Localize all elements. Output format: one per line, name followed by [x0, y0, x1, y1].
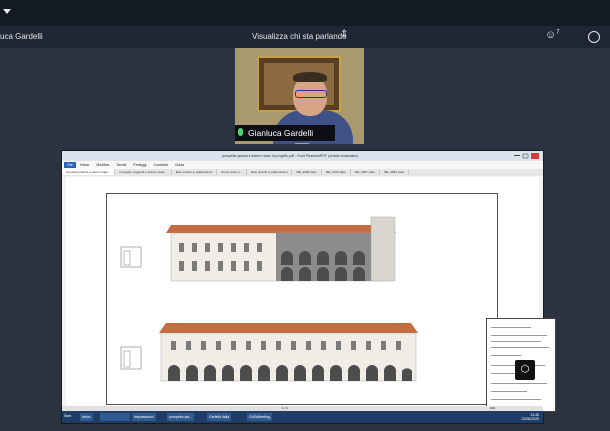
chevron-down-icon[interactable] [3, 9, 11, 14]
legend-line [491, 341, 541, 342]
doc-tab[interactable]: ME_4700 stato [322, 169, 351, 175]
meeting-header: uca Gardelli Visualizza chi sta parlando… [0, 26, 610, 48]
taskbar-item[interactable]: Inbox [80, 413, 93, 421]
participants-count: 7 [556, 29, 560, 36]
clock-date: 23/06/2020 [521, 417, 539, 421]
doc-tab[interactable]: prospetto Legenda e interno stato... [115, 169, 172, 175]
doc-tab[interactable]: ME_4699 stato [380, 169, 410, 175]
top-toolbar [0, 0, 610, 26]
doc-tab[interactable]: Este umbria 4_elaborazioni [247, 169, 293, 175]
detail-sketch-bottom [120, 346, 142, 370]
speaker-hair [293, 72, 327, 82]
doc-tab[interactable]: prospetto piazza e interno stato... [62, 169, 116, 175]
menu-home[interactable]: Home [80, 163, 89, 167]
legend-line [491, 391, 527, 392]
start-button[interactable]: Start [64, 414, 71, 418]
doc-tab[interactable]: ME_4697 stato [351, 169, 381, 175]
document-canvas[interactable] [66, 177, 556, 412]
taskbar-item[interactable]: GoToMeeting [247, 413, 272, 421]
elevation-upper [166, 216, 396, 282]
window-controls[interactable] [513, 153, 539, 159]
menu-tables[interactable]: Tavole [116, 163, 126, 167]
window-titlebar: prospetto piazza e interno stato di prog… [62, 151, 543, 161]
speaker-name-tag: Gianluca Gardelli [235, 125, 335, 141]
legend-line [491, 347, 549, 348]
updown-arrows-icon[interactable]: ⇕ [340, 29, 348, 40]
system-clock: 13:45 23/06/2020 [521, 413, 539, 421]
glasses [295, 90, 327, 98]
shared-window: prospetto piazza e interno stato di prog… [61, 150, 556, 424]
document-tabs: prospetto piazza e interno stato... prosp… [62, 169, 543, 176]
menu-help[interactable]: Guida [175, 163, 184, 167]
taskbar-item[interactable]: prospetto pia... [167, 413, 195, 421]
windows-taskbar: Start Inbox Impostazioni prospetto pia..… [62, 411, 543, 423]
snapshot-icon[interactable]: ⬡ [515, 360, 535, 380]
doc-tab[interactable]: ME_4695 stato [292, 169, 322, 175]
elevation-lower [159, 323, 418, 382]
speaker-view-selector[interactable]: Visualizza chi sta parlando [252, 32, 347, 41]
chat-icon[interactable] [588, 31, 600, 43]
legend-line [491, 355, 521, 356]
taskbar-item[interactable] [120, 413, 130, 421]
taskbar-item[interactable]: Impostazioni [132, 413, 156, 421]
legend-line [491, 327, 531, 328]
menu-share[interactable]: Condividi [153, 163, 167, 167]
taskbar-item[interactable] [100, 413, 110, 421]
microphone-icon [238, 128, 243, 136]
legend-line [491, 383, 547, 384]
people-icon[interactable]: ☺7 [545, 29, 560, 41]
legend-line [491, 335, 547, 336]
detail-sketch-top [120, 246, 142, 268]
taskbar-item[interactable] [110, 413, 120, 421]
doc-tab[interactable]: Nuovo sotto p... [217, 169, 248, 175]
window-title: prospetto piazza e interno stato di prog… [222, 154, 359, 158]
legend-line [491, 399, 541, 400]
doc-tab[interactable]: Este umbria 4_elaborazioni [172, 169, 218, 175]
page-indicator[interactable]: 1 / 1 [282, 406, 288, 410]
elevation-drawings [120, 216, 418, 382]
taskbar-item[interactable]: Cartella italia [207, 413, 232, 421]
menu-edit[interactable]: Modifica [96, 163, 109, 167]
file-menu[interactable]: File [64, 162, 76, 168]
zoom-level[interactable]: 100 [490, 406, 495, 410]
speaker-name: Gianluca Gardelli [248, 128, 314, 138]
menu-protect[interactable]: Proteggi [133, 163, 146, 167]
organizer-name: uca Gardelli [0, 32, 43, 41]
